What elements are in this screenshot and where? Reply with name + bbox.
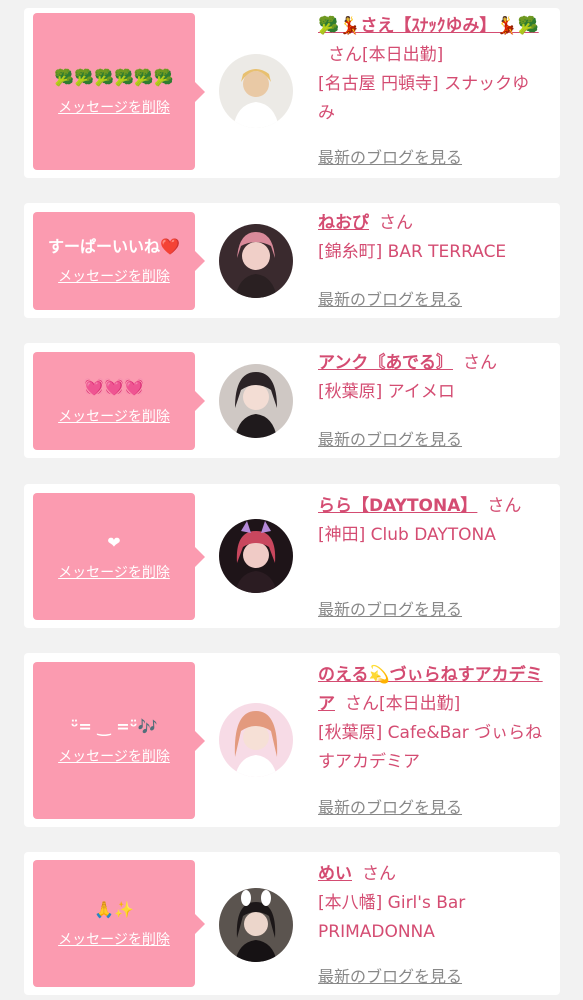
message-list: 🥦🥦🥦🥦🥦🥦 メッセージを削除 🥦💃さえ【ｽﾅｯｸゆみ】💃🥦さん[本日出勤] [… <box>0 0 583 1000</box>
delete-message-link[interactable]: メッセージを削除 <box>58 97 170 117</box>
cast-info: めい さん [本八幡] Girl's Bar PRIMADONNA <box>318 860 546 947</box>
avatar[interactable] <box>219 54 293 128</box>
message-card: 🥦🥦🥦🥦🥦🥦 メッセージを削除 🥦💃さえ【ｽﾅｯｸゆみ】💃🥦 さん[本日出勤] [… <box>24 8 560 178</box>
message-text: すーぱーいいね❤️ <box>48 237 180 256</box>
message-card: ❤ メッセージを削除 らら【DAYTONA】 さん [神田] Club DAYTO… <box>24 484 560 628</box>
message-bubble: 💓💓💓 メッセージを削除 <box>33 352 205 450</box>
honorific: さん <box>362 864 396 884</box>
latest-blog-link[interactable]: 最新のブログを見る <box>318 794 462 818</box>
shop-name: [名古屋 円頓寺] スナックゆみ <box>318 74 530 123</box>
cast-name-link[interactable]: めい <box>318 864 352 884</box>
delete-message-link[interactable]: メッセージを削除 <box>58 929 170 949</box>
cast-name-link[interactable]: 🥦💃さえ【ｽﾅｯｸゆみ】💃🥦 <box>318 16 539 36</box>
honorific: さん <box>379 213 413 233</box>
message-text: ❤ <box>107 532 121 552</box>
latest-blog-link[interactable]: 最新のブログを見る <box>318 144 462 168</box>
avatar[interactable] <box>219 364 293 438</box>
cast-info: のえる💫づぃらねすアカデミア さん[本日出勤] [秋葉原] Cafe&Bar づぃ… <box>318 661 546 777</box>
shop-name: [神田] Club DAYTONA <box>318 525 496 545</box>
delete-message-link[interactable]: メッセージを削除 <box>58 562 170 582</box>
avatar[interactable] <box>219 703 293 777</box>
cast-name-link[interactable]: らら【DAYTONA】 <box>318 496 477 516</box>
shop-name: [秋葉原] アイメロ <box>318 382 455 402</box>
message-text: 🥦🥦🥦🥦🥦🥦 <box>54 67 174 87</box>
avatar[interactable] <box>219 519 293 593</box>
latest-blog-link[interactable]: 最新のブログを見る <box>318 286 462 310</box>
message-text: 🙏✨ <box>94 899 134 919</box>
delete-message-link[interactable]: メッセージを削除 <box>58 746 170 766</box>
honorific: さん <box>345 694 379 714</box>
cast-name-link[interactable]: ねおぴ <box>318 213 369 233</box>
cast-info: ねおぴ さん [錦糸町] BAR TERRACE <box>318 209 546 267</box>
status-text: [本日出勤] <box>362 45 444 65</box>
latest-blog-link[interactable]: 最新のブログを見る <box>318 963 462 987</box>
avatar[interactable] <box>219 224 293 298</box>
message-text: 💓💓💓 <box>84 377 144 396</box>
message-bubble: ᵕ̈= ‿ =ᵕ̈🎶 メッセージを削除 <box>33 662 205 819</box>
message-bubble: すーぱーいいね❤️ メッセージを削除 <box>33 212 205 310</box>
delete-message-link[interactable]: メッセージを削除 <box>58 406 170 426</box>
honorific: さん <box>328 45 362 65</box>
latest-blog-link[interactable]: 最新のブログを見る <box>318 426 462 450</box>
delete-message-link[interactable]: メッセージを削除 <box>58 266 170 286</box>
cast-name-link[interactable]: アンク〘あでる〙 <box>318 353 453 373</box>
latest-blog-link[interactable]: 最新のブログを見る <box>318 596 462 620</box>
message-card: ᵕ̈= ‿ =ᵕ̈🎶 メッセージを削除 のえる💫づぃらねすアカデミア さん[本日出… <box>24 653 560 827</box>
message-text: ᵕ̈= ‿ =ᵕ̈🎶 <box>70 716 158 736</box>
shop-name: [秋葉原] Cafe&Bar づぃらねすアカデミア <box>318 723 543 772</box>
cast-info: らら【DAYTONA】 さん [神田] Club DAYTONA <box>318 492 546 550</box>
cast-info: アンク〘あでる〙 さん [秋葉原] アイメロ <box>318 349 546 407</box>
message-bubble: 🥦🥦🥦🥦🥦🥦 メッセージを削除 <box>33 13 205 170</box>
shop-name: [本八幡] Girl's Bar PRIMADONNA <box>318 893 466 942</box>
message-card: 💓💓💓 メッセージを削除 アンク〘あでる〙 さん [秋葉原] アイメロ 最新のブロ… <box>24 343 560 458</box>
message-card: 🙏✨ メッセージを削除 めい さん [本八幡] Girl's Bar PRIMAD… <box>24 852 560 995</box>
status-text: [本日出勤] <box>379 694 461 714</box>
shop-name: [錦糸町] BAR TERRACE <box>318 242 507 262</box>
honorific: さん <box>462 353 497 373</box>
cast-info: 🥦💃さえ【ｽﾅｯｸゆみ】💃🥦 さん[本日出勤] [名古屋 円頓寺] スナックゆみ <box>318 12 546 128</box>
avatar[interactable] <box>219 888 293 962</box>
message-bubble: 🙏✨ メッセージを削除 <box>33 860 205 987</box>
message-bubble: ❤ メッセージを削除 <box>33 493 205 620</box>
message-card: すーぱーいいね❤️ メッセージを削除 ねおぴ さん [錦糸町] BAR TERRA… <box>24 203 560 318</box>
honorific: さん <box>487 496 522 516</box>
